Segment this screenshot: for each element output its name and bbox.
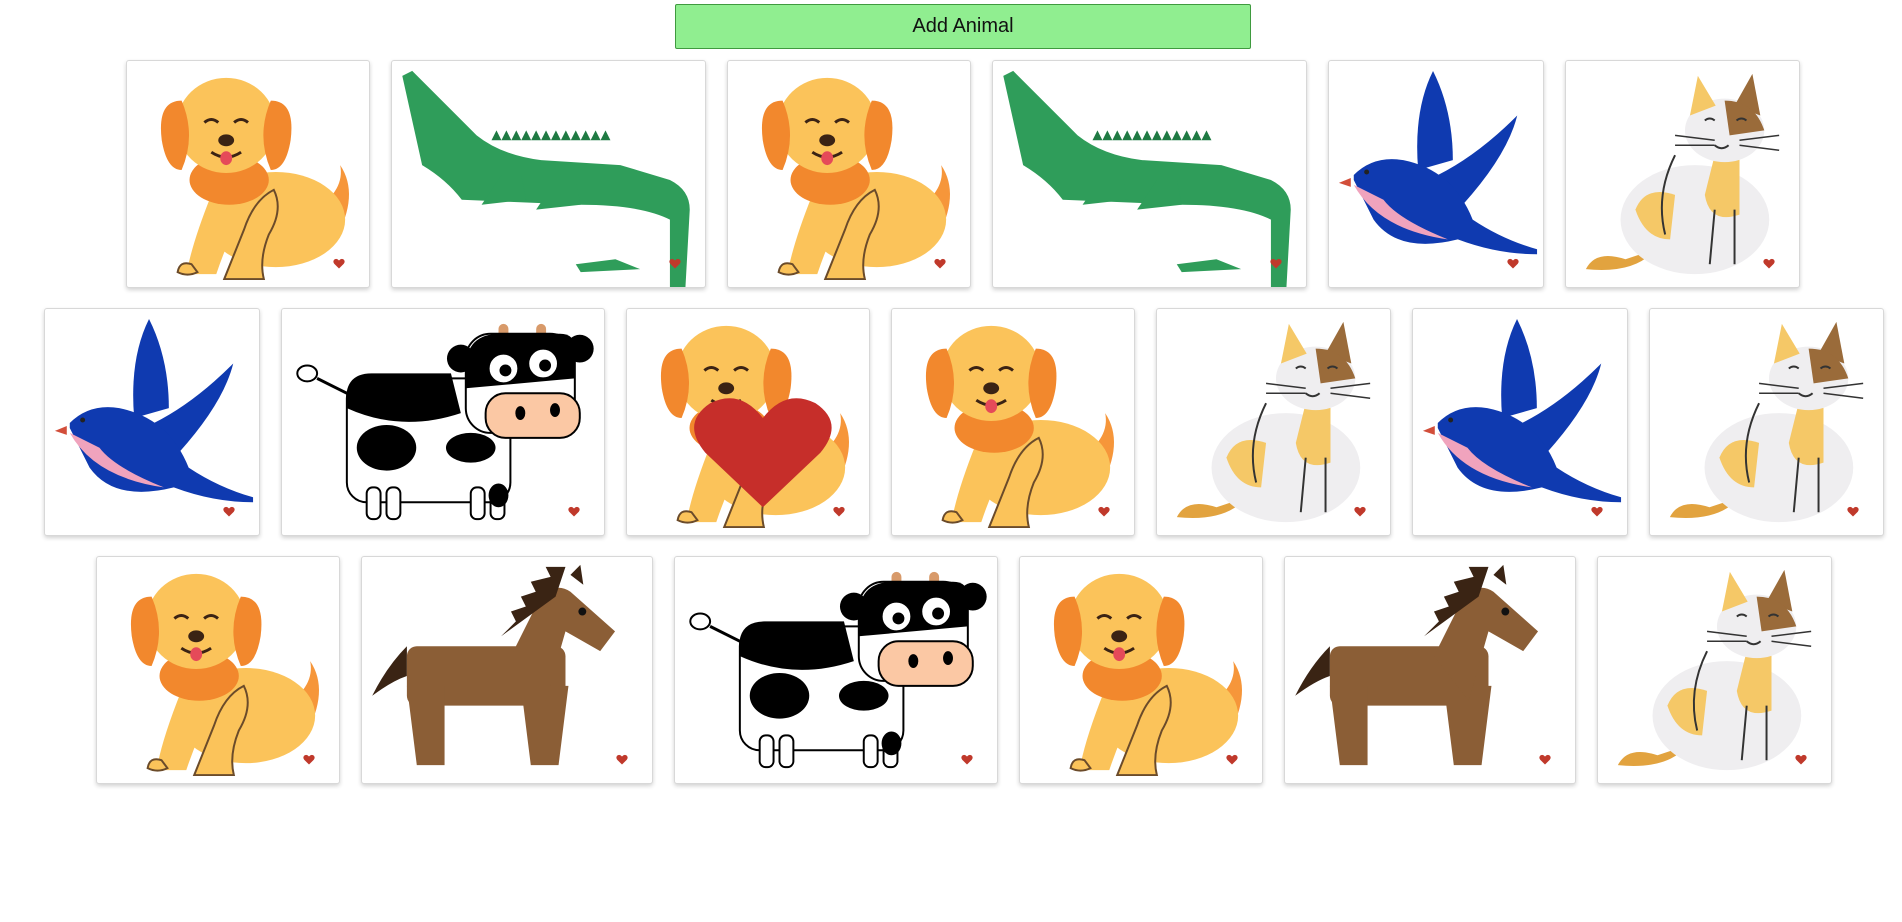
bird-illustration bbox=[1422, 318, 1622, 503]
heart-icon[interactable] bbox=[1539, 752, 1551, 765]
animal-card-cow[interactable] bbox=[281, 308, 605, 536]
cow-illustration bbox=[296, 323, 594, 521]
heart-icon[interactable] bbox=[669, 256, 681, 269]
animal-card-crocodile[interactable] bbox=[391, 60, 706, 288]
animal-card-dog-heart[interactable] bbox=[626, 308, 870, 536]
dog-illustration bbox=[160, 77, 349, 281]
animal-card-bird[interactable] bbox=[44, 308, 260, 536]
cat-illustration bbox=[1669, 321, 1864, 523]
animal-card-dog[interactable] bbox=[126, 60, 370, 288]
add-animal-button[interactable]: Add Animal bbox=[675, 4, 1251, 49]
card-row-3 bbox=[0, 556, 1902, 784]
heart-icon[interactable] bbox=[1847, 504, 1859, 517]
horse-illustration bbox=[1295, 564, 1539, 766]
heart-icon[interactable] bbox=[1226, 752, 1238, 765]
heart-icon[interactable] bbox=[1354, 504, 1366, 517]
card-row-2 bbox=[0, 308, 1902, 536]
animal-card-dog[interactable] bbox=[1019, 556, 1263, 784]
crocodile-illustration bbox=[1003, 70, 1291, 287]
dog-illustration bbox=[130, 573, 319, 777]
heart-icon[interactable] bbox=[223, 504, 235, 517]
bird-illustration bbox=[1338, 70, 1538, 255]
heart-icon[interactable] bbox=[1098, 504, 1110, 517]
cat-illustration bbox=[1585, 73, 1780, 275]
heart-icon[interactable] bbox=[1270, 256, 1282, 269]
heart-icon[interactable] bbox=[1507, 256, 1519, 269]
horse-illustration bbox=[372, 564, 616, 766]
heart-icon[interactable] bbox=[1795, 752, 1807, 765]
card-row-1 bbox=[0, 60, 1902, 288]
animal-card-cat[interactable] bbox=[1156, 308, 1391, 536]
heart-icon[interactable] bbox=[1763, 256, 1775, 269]
cow-illustration bbox=[689, 571, 987, 769]
heart-icon[interactable] bbox=[961, 752, 973, 765]
cat-illustration bbox=[1176, 321, 1371, 523]
animal-card-cow[interactable] bbox=[674, 556, 998, 784]
dog-heart-illustration bbox=[660, 325, 849, 529]
animal-card-crocodile[interactable] bbox=[992, 60, 1307, 288]
animal-card-horse[interactable] bbox=[361, 556, 653, 784]
heart-icon[interactable] bbox=[303, 752, 315, 765]
heart-icon[interactable] bbox=[833, 504, 845, 517]
animal-card-horse[interactable] bbox=[1284, 556, 1576, 784]
animal-card-cat[interactable] bbox=[1565, 60, 1800, 288]
heart-icon[interactable] bbox=[1591, 504, 1603, 517]
dog-illustration bbox=[761, 77, 950, 281]
bird-illustration bbox=[54, 318, 254, 503]
dog-illustration bbox=[1053, 573, 1242, 777]
heart-icon[interactable] bbox=[616, 752, 628, 765]
animal-card-cat[interactable] bbox=[1649, 308, 1884, 536]
animal-card-dog[interactable] bbox=[727, 60, 971, 288]
heart-icon[interactable] bbox=[333, 256, 345, 269]
heart-icon[interactable] bbox=[934, 256, 946, 269]
crocodile-illustration bbox=[402, 70, 690, 287]
animal-card-bird[interactable] bbox=[1412, 308, 1628, 536]
animal-card-cat[interactable] bbox=[1597, 556, 1832, 784]
dog-illustration bbox=[925, 325, 1114, 529]
animal-card-dog[interactable] bbox=[96, 556, 340, 784]
heart-icon[interactable] bbox=[568, 504, 580, 517]
animal-card-dog[interactable] bbox=[891, 308, 1135, 536]
cat-illustration bbox=[1617, 569, 1812, 771]
animal-card-bird[interactable] bbox=[1328, 60, 1544, 288]
